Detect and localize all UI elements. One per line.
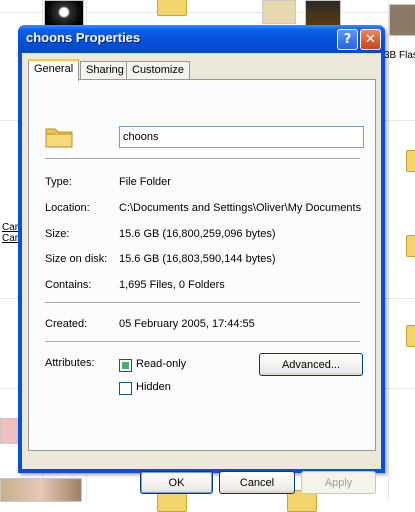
file-label[interactable]: Car (2, 233, 18, 244)
attributes-label: Attributes: (45, 357, 95, 369)
cancel-button[interactable]: Cancel (219, 471, 295, 494)
close-button[interactable]: ✕ (360, 29, 381, 50)
file-label[interactable]: Car (2, 222, 18, 233)
hidden-label[interactable]: Hidden (136, 381, 171, 393)
location-value: C:\Documents and Settings\Oliver\My Docu… (119, 202, 362, 214)
title-bar[interactable]: choons Properties ? ✕ (18, 25, 385, 53)
folder-icon[interactable] (406, 235, 415, 257)
file-label[interactable]: 3B Flas (384, 50, 415, 61)
created-value: 05 February 2005, 17:44:55 (119, 318, 255, 330)
size-value: 15.6 GB (16,800,259,096 bytes) (119, 228, 276, 240)
tab-customize[interactable]: Customize (126, 61, 190, 80)
contains-label: Contains: (45, 279, 92, 291)
thumbnail-image[interactable] (305, 0, 341, 26)
advanced-button[interactable]: Advanced... (259, 353, 363, 376)
folder-icon (45, 128, 73, 148)
ok-button[interactable]: OK (140, 471, 213, 494)
folder-icon[interactable] (406, 150, 415, 172)
size-on-disk-label: Size on disk: (45, 253, 108, 265)
read-only-checkbox[interactable] (119, 359, 132, 372)
folder-icon[interactable] (157, 0, 187, 16)
divider (45, 302, 360, 303)
apply-button[interactable]: Apply (301, 471, 376, 494)
type-label: Type: (45, 176, 72, 188)
folder-name-field[interactable]: choons (119, 126, 364, 148)
contains-value: 1,695 Files, 0 Folders (119, 279, 225, 291)
thumbnail-image[interactable] (0, 478, 82, 502)
read-only-label[interactable]: Read-only (136, 358, 186, 370)
thumbnail-image[interactable] (0, 418, 18, 444)
thumbnail-image[interactable] (262, 0, 296, 24)
thumbnail-image[interactable] (389, 4, 415, 36)
dialog-body: General Sharing Customize choons Type: F… (22, 53, 381, 494)
size-label: Size: (45, 228, 70, 240)
divider (45, 341, 360, 342)
tab-sharing[interactable]: Sharing (80, 61, 130, 80)
folder-icon[interactable] (406, 325, 415, 347)
divider (45, 158, 360, 159)
dialog-title: choons Properties (26, 30, 141, 45)
general-tab-panel: choons Type: File Folder Location: C:\Do… (28, 79, 376, 451)
hidden-checkbox[interactable] (119, 382, 132, 395)
help-button[interactable]: ? (337, 29, 358, 50)
created-label: Created: (45, 318, 88, 330)
size-on-disk-value: 15.6 GB (16,803,590,144 bytes) (119, 253, 276, 265)
location-label: Location: (45, 202, 90, 214)
tab-general[interactable]: General (28, 59, 80, 81)
properties-dialog: choons Properties ? ✕ General Sharing Cu… (18, 25, 385, 494)
type-value: File Folder (119, 176, 171, 188)
